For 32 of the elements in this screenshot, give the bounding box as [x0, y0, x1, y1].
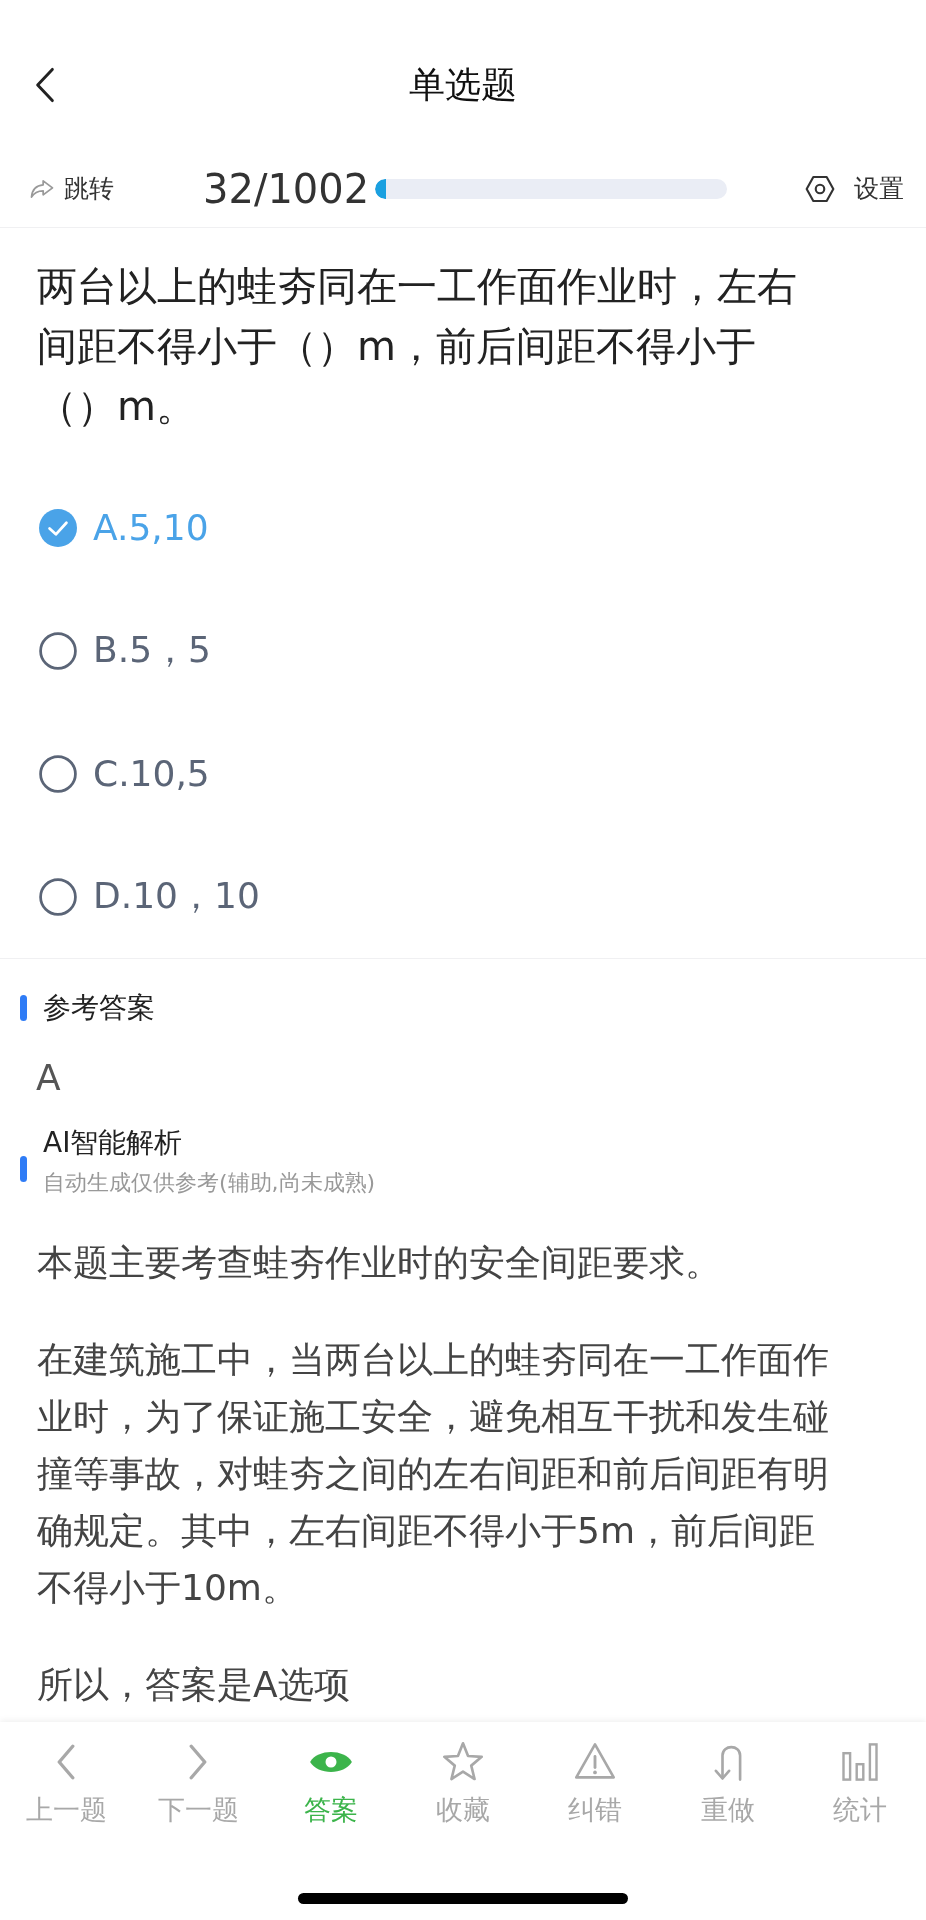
answer-option[interactable]: C.10,5	[0, 712, 926, 835]
check-circle-icon	[39, 508, 77, 547]
screen-title: 单选题	[409, 62, 517, 107]
tab-button[interactable]: 收藏	[396, 1740, 530, 1828]
section-heading: AI智能解析	[43, 1125, 184, 1161]
section-marker	[20, 1156, 27, 1182]
settings-button[interactable]: 设置	[804, 172, 904, 205]
progress-count: 32/1002	[203, 165, 370, 212]
explanation-paragraph: 在建筑施工中，当两台以上的蛙夯同在一工作面作业时，为了保证施工安全，避免相互干扰和发生碰撞等事故，对蛙夯之间的左右间距和前后间距有明确规定。其中，左右间距不得小于5m，前后间距不得小于10m。	[37, 1338, 830, 1610]
answer-value: A	[35, 1056, 62, 1098]
back-icon[interactable]	[34, 66, 56, 104]
jump-button[interactable]: 跳转	[28, 172, 203, 205]
tab-button[interactable]: 答案	[264, 1740, 397, 1828]
question-text: 两台以上的蛙夯同在一工作面作业时，左右间距不得小于（）m，前后间距不得小于（）m。	[36, 262, 798, 431]
tab-button[interactable]: 统计	[793, 1740, 926, 1828]
answer-option[interactable]: A.5,10	[0, 466, 926, 589]
tab-button[interactable]: 重做	[661, 1740, 794, 1828]
explanation-paragraph: 所以，答案是A选项	[37, 1663, 351, 1707]
radio-icon	[39, 877, 77, 916]
chevron-right-icon	[189, 1744, 208, 1780]
section-subtitle: 自动生成仅供参考(辅助,尚未成熟)	[43, 1169, 376, 1197]
radio-icon	[39, 631, 77, 670]
radio-icon	[39, 754, 77, 793]
answer-option[interactable]: B.5，5	[0, 589, 926, 712]
explanation-paragraph: 本题主要考查蛙夯作业时的安全间距要求。	[37, 1241, 722, 1285]
tab-button[interactable]: 纠错	[529, 1740, 662, 1828]
section-marker	[20, 995, 27, 1021]
section-heading: 参考答案	[43, 990, 155, 1026]
tab-button[interactable]: 上一题	[0, 1740, 133, 1828]
answer-option[interactable]: D.10，10	[0, 835, 926, 958]
chevron-left-icon	[57, 1744, 76, 1780]
tab-button[interactable]: 下一题	[132, 1740, 265, 1828]
